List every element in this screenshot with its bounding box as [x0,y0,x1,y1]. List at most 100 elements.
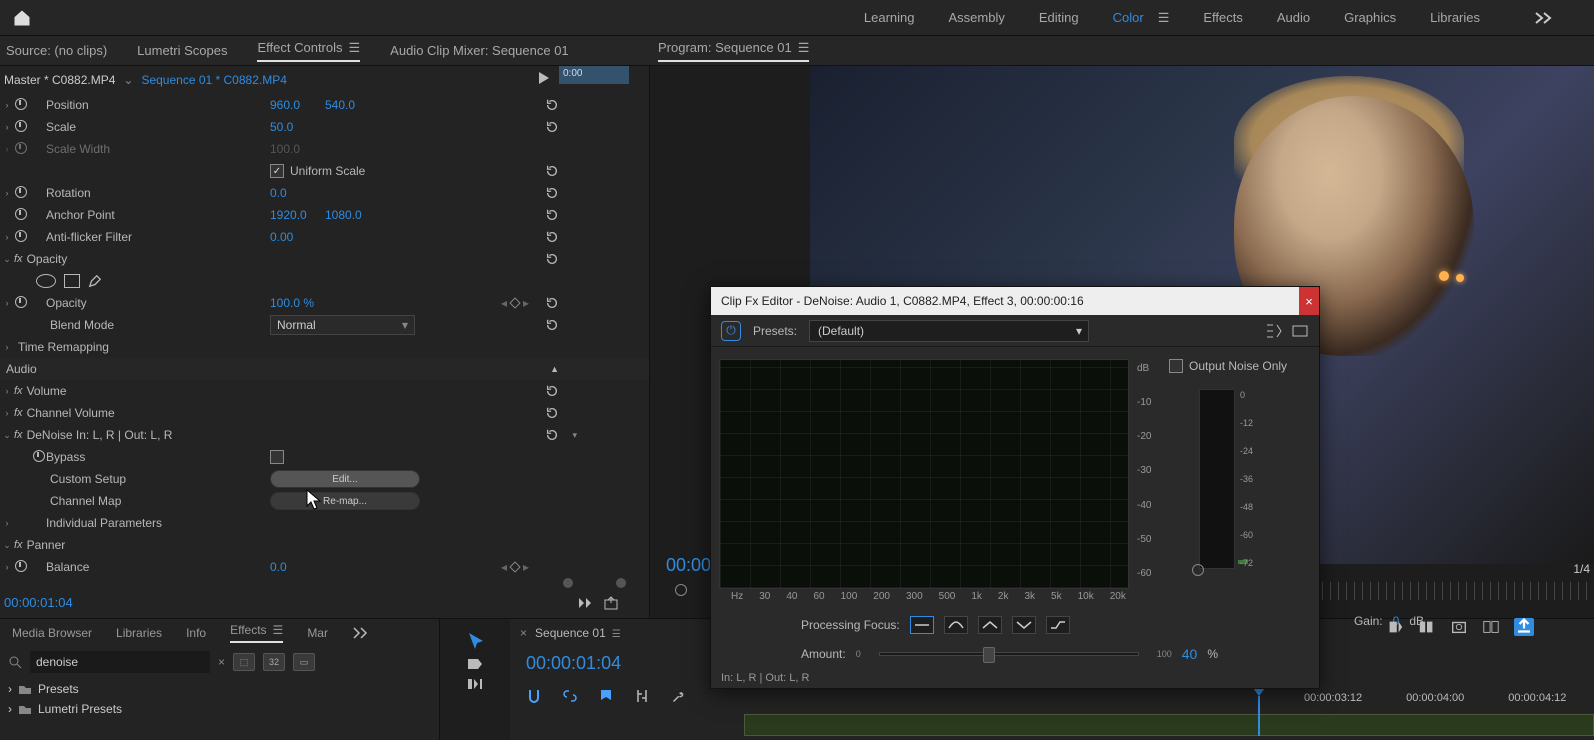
tab-program[interactable]: Program: Sequence 01☰ [658,40,809,62]
fx-badge[interactable]: fx [14,539,23,551]
collapse-icon[interactable]: ⌄ [0,430,14,441]
fx-badge[interactable]: fx [14,407,23,419]
mask-rect-icon[interactable] [64,274,80,288]
expand-icon[interactable]: › [0,100,14,110]
linked-sel-icon[interactable] [562,688,578,704]
home-icon[interactable] [12,8,32,28]
reset-icon[interactable] [545,230,559,244]
export-icon[interactable] [603,596,619,610]
reset-icon[interactable] [545,406,559,420]
snap-icon[interactable] [526,688,542,704]
power-button[interactable]: ⏻ [721,321,741,341]
effects-search-input[interactable] [30,651,210,673]
preset-dropdown[interactable]: (Default) [809,320,1089,342]
program-scale[interactable]: 1/4 [1573,562,1590,576]
focus-all-button[interactable] [910,616,934,634]
amount-knob[interactable] [983,647,995,663]
reset-icon[interactable] [545,252,559,266]
ws-effects[interactable]: Effects [1203,10,1243,25]
ws-menu-icon[interactable]: ☰ [1158,10,1170,26]
chevron-down-icon[interactable]: ⌄ [123,73,133,87]
tab-effect-controls[interactable]: Effect Controls☰ [257,40,360,62]
tree-lumetri[interactable]: ›Lumetri Presets [8,699,431,719]
fx-badge[interactable]: fx [14,253,23,265]
tab-info[interactable]: Info [186,626,206,640]
uniform-scale-checkbox[interactable] [270,164,284,178]
expand-icon[interactable]: › [0,562,14,572]
clear-search-icon[interactable]: × [218,655,225,669]
reset-icon[interactable] [545,384,559,398]
tab-source[interactable]: Source: (no clips) [6,43,107,58]
ws-learning[interactable]: Learning [864,10,915,25]
mask-pen-icon[interactable] [88,274,102,288]
timeline-ruler[interactable]: 00:00:03:1200:00:04:0000:00:04:12 [1304,692,1594,710]
fx-badge[interactable]: fx [14,385,23,397]
next-kf-icon[interactable]: ▸ [523,560,529,574]
track-select-icon[interactable] [466,657,484,671]
filter-yuv-icon[interactable]: ▭ [293,653,315,671]
prev-kf-icon[interactable]: ◂ [501,296,507,310]
remap-button[interactable]: Re-map... [270,492,420,510]
stopwatch-icon[interactable] [15,120,27,132]
mini-ruler[interactable]: 0:00 [559,66,629,84]
blend-mode-dropdown[interactable]: Normal [270,315,415,335]
play-around-icon[interactable] [577,596,593,610]
fx-badge[interactable]: fx [14,429,23,441]
ws-editing[interactable]: Editing [1039,10,1079,25]
expand-icon[interactable]: › [0,386,14,396]
filter-32-icon[interactable]: 32 [263,653,285,671]
expand-icon[interactable]: › [0,518,14,528]
overflow-icon[interactable] [352,627,368,639]
stopwatch-icon[interactable] [15,230,27,242]
wrench-icon[interactable] [670,688,686,704]
expand-icon[interactable]: › [0,342,14,352]
stopwatch-icon[interactable] [15,296,27,308]
channel-map-icon[interactable] [1265,323,1283,339]
expand-icon[interactable]: › [0,188,14,198]
tab-libraries[interactable]: Libraries [116,626,162,640]
amount-slider[interactable] [879,652,1139,656]
ws-assembly[interactable]: Assembly [949,10,1005,25]
collapse-icon[interactable]: ⌄ [0,540,14,551]
program-timecode[interactable]: 00:00 [666,555,711,576]
stopwatch-icon[interactable] [15,560,27,572]
sequence-tab[interactable]: Sequence 01☰ [535,626,621,640]
ws-graphics[interactable]: Graphics [1344,10,1396,25]
reset-icon[interactable] [545,120,559,134]
expand-icon[interactable]: › [0,298,14,308]
tab-effects[interactable]: Effects☰ [230,623,283,643]
overflow-icon[interactable] [1534,11,1552,25]
audio-track-clip[interactable] [744,714,1594,736]
reset-icon[interactable] [545,296,559,310]
reset-icon[interactable] [545,318,559,332]
clip-fx-editor-window[interactable]: Clip Fx Editor - DeNoise: Audio 1, C0882… [710,286,1320,689]
gang-icon[interactable] [1291,323,1309,339]
output-noise-checkbox[interactable] [1169,359,1183,373]
collapse-icon[interactable]: ⌄ [0,254,14,265]
filter-accel-icon[interactable]: ⬚ [233,653,255,671]
marker-icon[interactable] [598,688,614,704]
master-clip[interactable]: Master * C0882.MP4 [4,73,115,87]
focus-peak-button[interactable] [978,616,1002,634]
add-kf-icon[interactable] [509,561,520,572]
reset-icon[interactable] [545,186,559,200]
ws-libraries[interactable]: Libraries [1430,10,1480,25]
threshold-knob[interactable] [675,584,687,596]
meter-knob[interactable] [1192,564,1204,576]
close-button[interactable]: × [1299,287,1319,315]
bypass-checkbox[interactable] [270,450,284,464]
expand-icon[interactable]: › [0,122,14,132]
stopwatch-icon[interactable] [33,450,45,462]
reset-icon[interactable] [545,98,559,112]
ec-timecode[interactable]: 00:00:01:04 [4,595,73,610]
stopwatch-icon[interactable] [15,98,27,110]
amount-value[interactable]: 40 [1182,646,1198,662]
zoom-scrollbar[interactable] [8,578,626,588]
collapse-icon[interactable]: ▲ [550,364,559,374]
selection-tool-icon[interactable] [465,631,485,651]
mask-ellipse-icon[interactable] [36,274,56,288]
sequence-clip[interactable]: Sequence 01 * C0882.MP4 [141,73,286,87]
tree-presets[interactable]: ›Presets [8,679,431,699]
reset-icon[interactable] [545,164,559,178]
stopwatch-icon[interactable] [15,208,27,220]
